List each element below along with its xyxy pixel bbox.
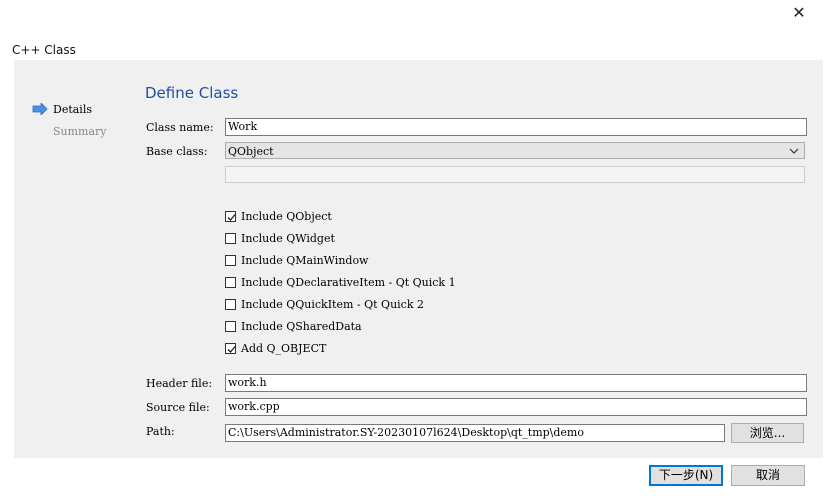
include-qmainwindow-checkbox[interactable]: Include QMainWindow [225,253,368,267]
class-name-input[interactable]: Work [225,118,807,136]
cancel-button[interactable]: 取消 [731,465,805,486]
check-icon [227,345,236,353]
checkbox-box[interactable] [225,276,236,288]
checkbox-label: Include QMainWindow [241,253,369,267]
path-label: Path: [146,425,175,438]
next-button[interactable]: 下一步(N) [649,465,723,486]
source-file-input[interactable]: work.cpp [225,398,807,416]
disabled-field [225,166,805,183]
close-icon[interactable]: ✕ [788,2,810,22]
checkbox-box[interactable] [225,232,236,244]
checkbox-box[interactable] [225,254,236,266]
checkbox-box[interactable] [225,210,236,222]
base-class-select[interactable]: QObject [225,142,805,159]
checkbox-label: Add Q_OBJECT [241,341,327,355]
include-qdeclarativeitem-checkbox[interactable]: Include QDeclarativeItem - Qt Quick 1 [225,275,456,289]
include-qquickitem-checkbox[interactable]: Include QQuickItem - Qt Quick 2 [225,297,424,311]
header-file-label: Header file: [146,377,213,390]
path-input[interactable]: C:\Users\Administrator.SY-20230107l624\D… [225,424,725,442]
include-qshareddata-checkbox[interactable]: Include QSharedData [225,319,362,333]
class-name-label: Class name: [146,121,214,134]
add-q-object-checkbox[interactable]: Add Q_OBJECT [225,341,326,355]
step-details: Details [53,103,92,116]
checkbox-label: Include QQuickItem - Qt Quick 2 [241,297,424,311]
checkbox-label: Include QDeclarativeItem - Qt Quick 1 [241,275,456,289]
chevron-down-icon [789,148,799,154]
checkbox-label: Include QSharedData [241,319,362,333]
include-qwidget-checkbox[interactable]: Include QWidget [225,231,335,245]
wizard-title: C++ Class [12,43,76,57]
base-class-label: Base class: [146,145,208,158]
checkbox-label: Include QObject [241,209,332,223]
check-icon [227,213,236,221]
source-file-label: Source file: [146,401,210,414]
checkbox-box[interactable] [225,342,236,354]
browse-button[interactable]: 浏览... [731,423,804,443]
base-class-value: QObject [228,145,274,158]
header-file-input[interactable]: work.h [225,374,807,392]
checkbox-box[interactable] [225,320,236,332]
include-qobject-checkbox[interactable]: Include QObject [225,209,332,223]
checkbox-box[interactable] [225,298,236,310]
arrow-right-icon [32,103,48,115]
page-title: Define Class [145,84,239,102]
step-summary: Summary [53,125,107,138]
new-class-wizard-dialog: ✕ C++ Class Details Summary Define Class… [0,0,825,503]
checkbox-label: Include QWidget [241,231,335,245]
